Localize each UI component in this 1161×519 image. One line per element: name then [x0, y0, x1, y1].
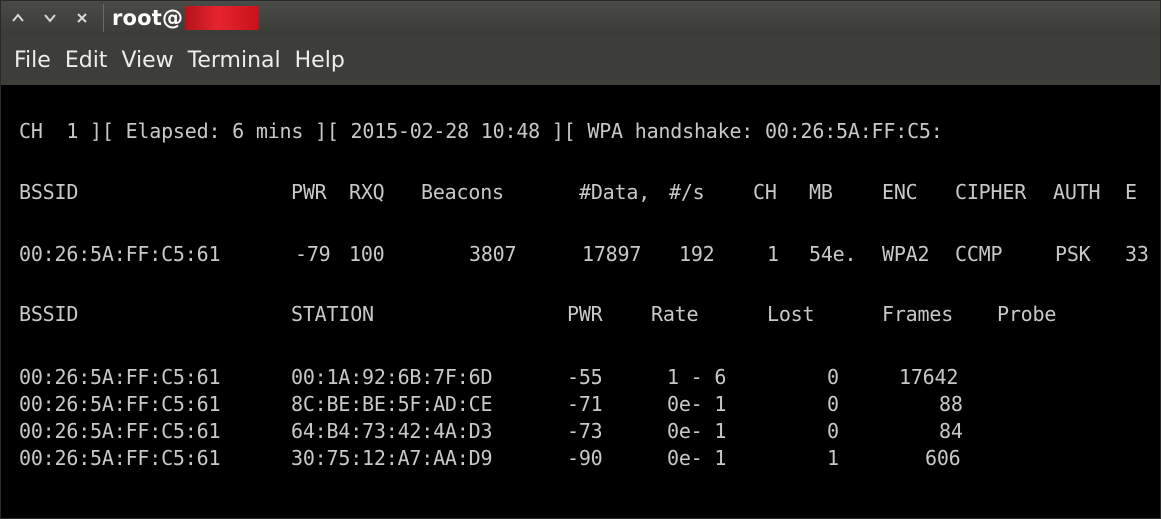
chevron-down-icon — [44, 14, 56, 23]
st-pwr: -90 — [567, 446, 603, 470]
ap-mb: 54e. — [809, 242, 857, 266]
st-pwr: -71 — [567, 392, 603, 416]
st-header-probe: Probe — [997, 302, 1057, 326]
st-bssid: 00:26:5A:FF:C5:61 — [19, 419, 221, 443]
ap-table-row: 00:26:5A:FF:C5:61 -79 100 3807 17897 192… — [19, 242, 1159, 266]
menu-file[interactable]: File — [7, 48, 58, 73]
st-bssid: 00:26:5A:FF:C5:61 — [19, 365, 221, 389]
terminal-window: root@ File Edit View Terminal Help CH 1 … — [0, 0, 1161, 519]
st-header-pwr: PWR — [567, 302, 603, 326]
title-separator — [103, 4, 104, 32]
status-line: CH 1 ][ Elapsed: 6 mins ][ 2015-02-28 10… — [19, 119, 943, 143]
terminal-output[interactable]: CH 1 ][ Elapsed: 6 mins ][ 2015-02-28 10… — [1, 85, 1160, 518]
st-lost: 1 — [827, 446, 839, 470]
st-header-frames: Frames — [882, 302, 954, 326]
st-rate: 1 - 6 — [667, 365, 727, 389]
st-frames: 606 — [925, 446, 961, 470]
ap-beacons: 3807 — [469, 242, 517, 266]
st-station: 8C:BE:BE:5F:AD:CE — [291, 392, 493, 416]
ap-rate: 192 — [679, 242, 715, 266]
st-header-rate: Rate — [651, 302, 699, 326]
menu-help[interactable]: Help — [288, 48, 352, 73]
ap-rxq: 100 — [349, 242, 385, 266]
st-rate: 0e- 1 — [667, 446, 727, 470]
st-station: 00:1A:92:6B:7F:6D — [291, 365, 493, 389]
ap-header-rxq: RXQ — [349, 180, 385, 204]
ap-pwr: -79 — [295, 242, 331, 266]
st-rate: 0e- 1 — [667, 419, 727, 443]
st-frames: 88 — [939, 392, 963, 416]
st-rate: 0e- 1 — [667, 392, 727, 416]
ap-header-cipher: CIPHER — [955, 180, 1027, 204]
ap-header-data: #Data, — [579, 180, 651, 204]
st-station: 64:B4:73:42:4A:D3 — [291, 419, 493, 443]
menu-bar: File Edit View Terminal Help — [1, 35, 1160, 85]
maximize-button[interactable] — [3, 3, 33, 33]
st-station: 30:75:12:A7:AA:D9 — [291, 446, 493, 470]
ap-ch: 1 — [767, 242, 779, 266]
ap-header-beacons: Beacons — [421, 180, 504, 204]
ap-header-auth: AUTH — [1053, 180, 1101, 204]
ap-bssid: 00:26:5A:FF:C5:61 — [19, 242, 221, 266]
st-pwr: -73 — [567, 419, 603, 443]
title-bar: root@ — [1, 1, 1160, 35]
station-row: 00:26:5A:FF:C5:61 00:1A:92:6B:7F:6D -55 … — [19, 365, 1159, 389]
ap-auth: PSK — [1055, 242, 1091, 266]
ap-header-mb: MB — [809, 180, 833, 204]
ap-enc: WPA2 — [882, 242, 930, 266]
close-button[interactable] — [67, 3, 97, 33]
menu-view[interactable]: View — [114, 48, 180, 73]
ap-header-essid: E — [1125, 180, 1137, 204]
ap-data: 17897 — [582, 242, 642, 266]
menu-terminal[interactable]: Terminal — [181, 48, 288, 73]
ap-cipher: CCMP — [955, 242, 1003, 266]
st-pwr: -55 — [567, 365, 603, 389]
st-header-bssid: BSSID — [19, 302, 79, 326]
station-table-header: BSSID STATION PWR Rate Lost Frames Probe — [19, 302, 1159, 326]
chevron-up-icon — [12, 13, 24, 22]
window-title: root@ — [112, 6, 184, 30]
station-row: 00:26:5A:FF:C5:61 8C:BE:BE:5F:AD:CE -71 … — [19, 392, 1159, 416]
st-frames: 17642 — [899, 365, 959, 389]
menu-edit[interactable]: Edit — [58, 48, 115, 73]
st-header-station: STATION — [291, 302, 374, 326]
st-header-lost: Lost — [767, 302, 815, 326]
ap-header-ch: CH — [753, 180, 777, 204]
ap-header-enc: ENC — [882, 180, 918, 204]
ap-header-pwr: PWR — [291, 180, 327, 204]
st-bssid: 00:26:5A:FF:C5:61 — [19, 446, 221, 470]
ap-table-header: BSSID PWR RXQ Beacons #Data, #/s CH MB E… — [19, 180, 1159, 204]
st-frames: 84 — [939, 419, 963, 443]
redacted-hostname — [185, 6, 260, 30]
ap-header-bssid: BSSID — [19, 180, 79, 204]
station-row: 00:26:5A:FF:C5:61 30:75:12:A7:AA:D9 -90 … — [19, 446, 1159, 470]
ap-essid: 33 — [1125, 242, 1149, 266]
st-bssid: 00:26:5A:FF:C5:61 — [19, 392, 221, 416]
st-lost: 0 — [827, 365, 839, 389]
minimize-button[interactable] — [35, 3, 65, 33]
close-icon — [77, 13, 87, 23]
st-lost: 0 — [827, 419, 839, 443]
st-lost: 0 — [827, 392, 839, 416]
station-row: 00:26:5A:FF:C5:61 64:B4:73:42:4A:D3 -73 … — [19, 419, 1159, 443]
ap-header-rate: #/s — [669, 180, 705, 204]
